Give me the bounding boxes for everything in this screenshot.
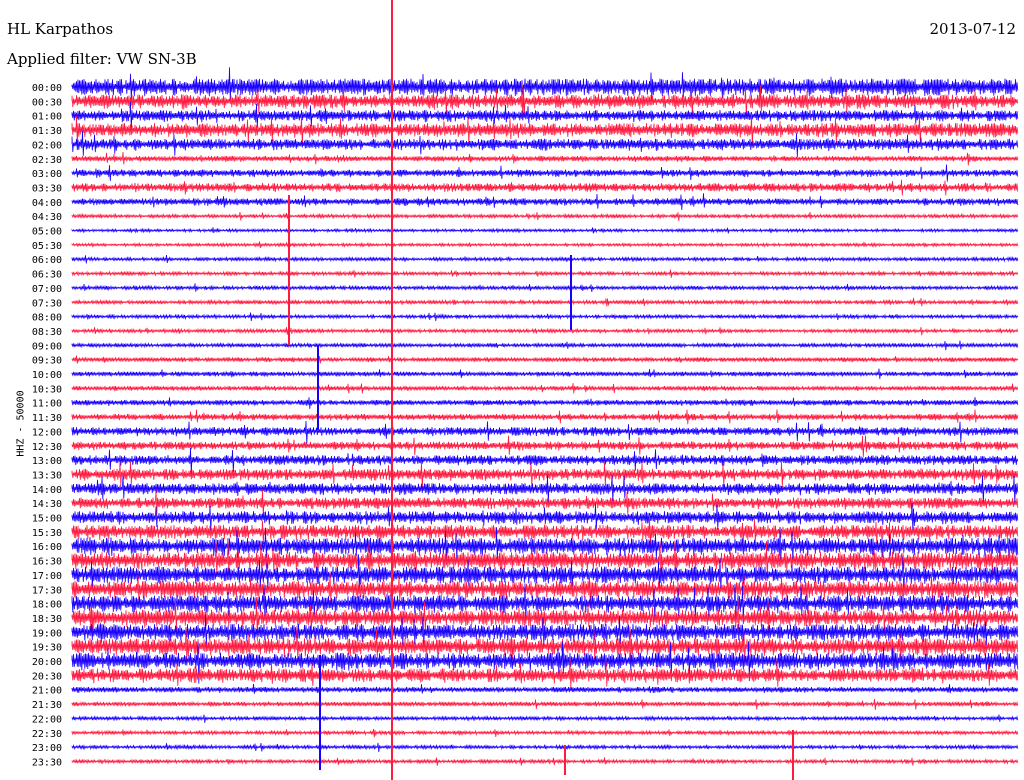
row-time-label: 11:00: [32, 399, 62, 410]
row-time-label: 05:00: [32, 227, 62, 238]
trace-line: [71, 164, 1019, 182]
row-time-label: 15:30: [32, 528, 62, 539]
y-axis-label: HHZ - 50000: [15, 390, 27, 457]
row-time-label: 07:00: [32, 284, 62, 295]
row-time-label: 20:00: [32, 657, 62, 668]
trace-line: [71, 420, 1019, 444]
row-time-label: 06:30: [32, 270, 62, 281]
trace-line: [71, 742, 1019, 753]
row-time-label: 09:00: [32, 341, 62, 352]
row-time-label: 02:30: [32, 155, 62, 166]
trace-line: [71, 714, 1019, 723]
row-time-label: 18:00: [32, 600, 62, 611]
trace-line: [71, 368, 1019, 379]
trace-line: [71, 255, 1019, 264]
row-time-label: 12:30: [32, 442, 62, 453]
trace-line: [71, 397, 1019, 409]
trace-line: [71, 152, 1019, 166]
row-time-label: 04:00: [32, 198, 62, 209]
trace-line: [71, 757, 1019, 766]
row-time-label: 12:00: [32, 427, 62, 438]
row-time-label: 02:00: [32, 140, 62, 151]
trace-line: [71, 355, 1019, 364]
trace-line: [71, 241, 1019, 249]
row-time-label: 22:00: [32, 714, 62, 725]
trace-line: [71, 409, 1019, 425]
trace-line: [71, 269, 1019, 278]
row-time-label: 10:30: [32, 384, 62, 395]
helicorder-chart: 00:00 00:30 01:00 01:30 02:00 02:30 03:00 03:30…: [32, 0, 1019, 780]
row-time-label: 00:30: [32, 97, 62, 108]
row-time-label: 13:00: [32, 456, 62, 467]
trace-line: [71, 312, 1019, 321]
trace-line: [71, 383, 1019, 394]
trace-line: [71, 728, 1019, 738]
row-time-label: 07:30: [32, 298, 62, 309]
row-time-label: 08:30: [32, 327, 62, 338]
row-time-label: 23:30: [32, 757, 62, 768]
row-time-label: 21:30: [32, 700, 62, 711]
row-time-label: 08:00: [32, 313, 62, 324]
trace-line: [71, 283, 1019, 293]
trace-line: [71, 227, 1019, 234]
row-time-label: 21:00: [32, 686, 62, 697]
row-time-label: 19:00: [32, 628, 62, 639]
row-time-label: 01:30: [32, 126, 62, 137]
row-time-label: 19:30: [32, 643, 62, 654]
row-time-label: 17:30: [32, 585, 62, 596]
trace-line: [71, 435, 1019, 458]
row-time-label: 06:00: [32, 255, 62, 266]
row-time-label: 01:00: [32, 112, 62, 123]
row-time-label: 04:30: [32, 212, 62, 223]
row-time-label: 10:00: [32, 370, 62, 381]
row-time-label: 18:30: [32, 614, 62, 625]
trace-line: [71, 179, 1019, 196]
trace-line: [71, 297, 1019, 307]
trace-line: [71, 193, 1019, 211]
row-time-label: 05:30: [32, 241, 62, 252]
row-time-label: 03:00: [32, 169, 62, 180]
row-time-label: 14:00: [32, 485, 62, 496]
row-time-label: 15:00: [32, 514, 62, 525]
row-time-label: 20:30: [32, 671, 62, 682]
row-time-label: 00:00: [32, 83, 62, 94]
row-time-label: 16:30: [32, 557, 62, 568]
row-time-label: 14:30: [32, 499, 62, 510]
row-time-label: 22:30: [32, 729, 62, 740]
row-time-label: 23:00: [32, 743, 62, 754]
row-time-label: 16:00: [32, 542, 62, 553]
trace-line: [71, 326, 1019, 336]
trace-line: [71, 340, 1019, 351]
row-time-label: 09:30: [32, 356, 62, 367]
trace-line: [71, 698, 1019, 710]
filter-label: Applied filter: VW SN-3B: [7, 50, 197, 68]
date-label: 2013-07-12: [929, 20, 1016, 38]
station-title: HL Karpathos: [7, 20, 114, 38]
row-time-label: 13:30: [32, 470, 62, 481]
row-time-label: 03:30: [32, 183, 62, 194]
row-time-label: 17:00: [32, 571, 62, 582]
trace-line: [71, 683, 1019, 694]
row-time-label: 11:30: [32, 413, 62, 424]
trace-line: [71, 211, 1019, 221]
